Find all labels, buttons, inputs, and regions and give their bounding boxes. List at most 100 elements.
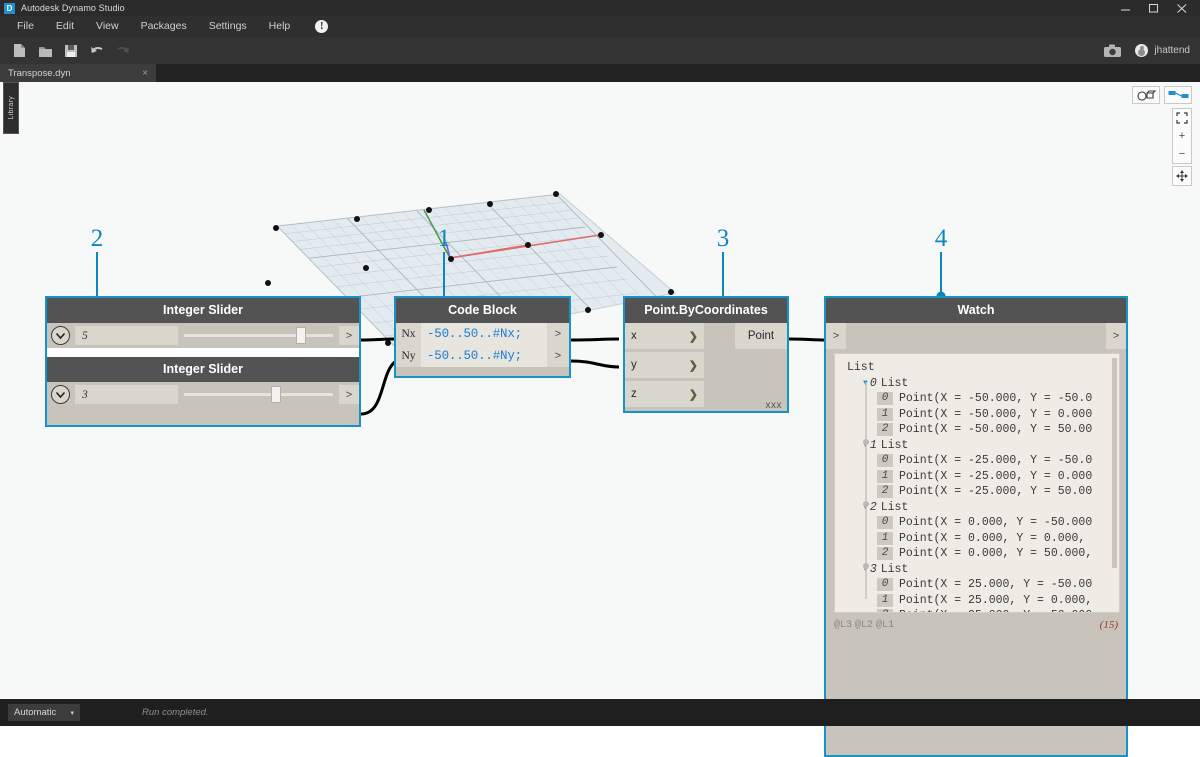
watch-row[interactable]: 0Point(X = 0.000, Y = -50.000 xyxy=(847,515,1119,531)
watch-row[interactable]: 2Point(X = -25.000, Y = 50.00 xyxy=(847,484,1119,500)
watch-row[interactable]: 2Point(X = -50.000, Y = 50.00 xyxy=(847,422,1119,438)
output-port-point[interactable]: Point xyxy=(735,323,787,349)
slider-track-1[interactable] xyxy=(178,326,339,345)
toolbar-right: jhattend xyxy=(1099,41,1200,61)
watch-row[interactable]: List xyxy=(847,360,1119,376)
new-file-icon[interactable] xyxy=(6,37,32,64)
open-folder-icon[interactable] xyxy=(32,37,58,64)
watch-level-l1[interactable]: @L1 xyxy=(876,620,894,631)
watch-row-text: Point(X = -50.000, Y = -50.0 xyxy=(899,391,1092,407)
menu-item-file[interactable]: File xyxy=(6,16,45,37)
maximize-button[interactable] xyxy=(1140,0,1168,16)
input-port-y[interactable]: y ❯ xyxy=(625,352,704,378)
node-code-block[interactable]: Code Block Nx -50..50..#Nx; > Ny -50..50… xyxy=(394,296,571,378)
node-title-integer-slider-2: Integer Slider xyxy=(47,357,359,382)
code-block-code-nx[interactable]: -50..50..#Nx; xyxy=(421,323,547,345)
watch-row[interactable]: 2Point(X = 25.000, Y = 50.000 xyxy=(847,608,1119,613)
close-icon[interactable]: × xyxy=(126,68,148,79)
watch-row[interactable]: 2Point(X = 0.000, Y = 50.000, xyxy=(847,546,1119,562)
app-logo-icon: D xyxy=(4,3,15,14)
zoom-in-button[interactable]: + xyxy=(1173,127,1191,145)
slider-row-2[interactable]: 3 > xyxy=(47,382,359,407)
user-account[interactable]: jhattend xyxy=(1135,44,1190,57)
watch-row-index: 3 xyxy=(870,562,877,578)
watch-row-text: List xyxy=(847,360,875,376)
watch-row[interactable]: 1Point(X = 25.000, Y = 0.000, xyxy=(847,593,1119,609)
chevron-down-icon[interactable]: ▼ xyxy=(863,376,868,392)
graph-view-icon[interactable] xyxy=(1164,86,1192,104)
node-watch[interactable]: Watch > > List ▼0List 0Point(X = -50.000… xyxy=(824,296,1128,757)
slider-thumb[interactable] xyxy=(296,327,306,344)
callout-number: 1 xyxy=(438,226,451,251)
watch-level-l2[interactable]: @L2 xyxy=(855,620,873,631)
watch-footer: @L3 @L2 @L1 (15) xyxy=(826,615,1126,635)
input-port-x[interactable]: x ❯ xyxy=(625,323,704,349)
run-mode-dropdown[interactable]: Automatic ▾ xyxy=(8,704,80,721)
chevron-right-icon: ❯ xyxy=(689,359,704,372)
slider-row-1[interactable]: 5 > xyxy=(47,323,359,348)
watch-level-l3[interactable]: @L3 xyxy=(834,620,852,631)
code-block-output-ny[interactable]: > xyxy=(547,345,569,367)
watch-item-count: (15) xyxy=(1100,619,1118,631)
slider-output-port-1[interactable]: > xyxy=(339,326,359,345)
library-panel-tab[interactable]: Library xyxy=(3,82,19,134)
watch-tree-view[interactable]: List ▼0List 0Point(X = -50.000, Y = -50.… xyxy=(834,353,1120,613)
input-port-label: z xyxy=(631,388,637,400)
watch-row[interactable]: 0Point(X = -50.000, Y = -50.0 xyxy=(847,391,1119,407)
code-block-row-ny[interactable]: Ny -50..50..#Ny; > xyxy=(396,345,569,367)
watch-row[interactable]: 0Point(X = -25.000, Y = -50.0 xyxy=(847,453,1119,469)
camera-icon[interactable] xyxy=(1099,41,1125,61)
node-title-watch: Watch xyxy=(826,298,1126,323)
chevron-down-icon[interactable] xyxy=(51,326,70,345)
watch-input-port[interactable]: > xyxy=(826,323,846,349)
minimize-button[interactable] xyxy=(1112,0,1140,16)
input-port-column: x ❯ y ❯ z ❯ xyxy=(625,323,704,409)
pan-icon[interactable] xyxy=(1172,166,1192,186)
node-point-by-coordinates[interactable]: Point.ByCoordinates x ❯ y ❯ z ❯ Po xyxy=(623,296,789,413)
watch-row-index: 1 xyxy=(877,532,893,545)
code-block-code-ny[interactable]: -50..50..#Ny; xyxy=(421,345,547,367)
callout-leader-line xyxy=(940,252,942,296)
menu-item-settings[interactable]: Settings xyxy=(198,16,258,37)
slider-track-2[interactable] xyxy=(178,385,339,404)
slider-rail xyxy=(184,334,333,337)
menu-item-help[interactable]: Help xyxy=(258,16,302,37)
zoom-out-button[interactable]: − xyxy=(1173,145,1191,163)
chevron-down-icon[interactable]: ▼ xyxy=(863,438,868,454)
node-integer-sliders-group[interactable]: Integer Slider 5 > Integer Slider 3 > xyxy=(45,296,361,427)
geometry-view-icon[interactable] xyxy=(1132,86,1160,104)
watch-row[interactable]: 0Point(X = 25.000, Y = -50.00 xyxy=(847,577,1119,593)
slider-thumb[interactable] xyxy=(271,386,281,403)
code-block-row-nx[interactable]: Nx -50..50..#Nx; > xyxy=(396,323,569,345)
watch-row[interactable]: ▼2List xyxy=(847,500,1119,516)
watch-scrollbar[interactable] xyxy=(1112,358,1117,568)
watch-row[interactable]: ▼0List xyxy=(847,376,1119,392)
slider-value-2[interactable]: 3 xyxy=(75,385,178,404)
chevron-down-icon: ▾ xyxy=(70,709,74,717)
slider-output-port-2[interactable]: > xyxy=(339,385,359,404)
menu-item-view[interactable]: View xyxy=(85,16,130,37)
save-icon[interactable] xyxy=(58,37,84,64)
workspace-canvas[interactable]: Library xyxy=(0,82,1200,699)
chevron-down-icon[interactable]: ▼ xyxy=(863,500,868,516)
watch-row[interactable]: 1Point(X = 0.000, Y = 0.000, xyxy=(847,531,1119,547)
watch-row[interactable]: 1Point(X = -50.000, Y = 0.000 xyxy=(847,407,1119,423)
code-block-input-nx[interactable]: Nx xyxy=(396,323,421,345)
watch-row[interactable]: ▼3List xyxy=(847,562,1119,578)
zoom-to-fit-icon[interactable] xyxy=(1173,109,1191,127)
undo-icon[interactable] xyxy=(84,37,110,64)
tab-transpose-dyn[interactable]: Transpose.dyn × xyxy=(0,64,156,82)
menu-item-edit[interactable]: Edit xyxy=(45,16,85,37)
close-button[interactable] xyxy=(1168,0,1196,16)
chevron-down-icon[interactable] xyxy=(51,385,70,404)
menu-item-packages[interactable]: Packages xyxy=(130,16,198,37)
input-port-z[interactable]: z ❯ xyxy=(625,381,704,407)
watch-row[interactable]: ▼1List xyxy=(847,438,1119,454)
info-icon[interactable]: ! xyxy=(315,20,328,33)
chevron-down-icon[interactable]: ▼ xyxy=(863,562,868,578)
slider-value-1[interactable]: 5 xyxy=(75,326,178,345)
code-block-output-nx[interactable]: > xyxy=(547,323,569,345)
watch-output-port[interactable]: > xyxy=(1106,323,1126,349)
watch-row[interactable]: 1Point(X = -25.000, Y = 0.000 xyxy=(847,469,1119,485)
code-block-input-ny[interactable]: Ny xyxy=(396,345,421,367)
